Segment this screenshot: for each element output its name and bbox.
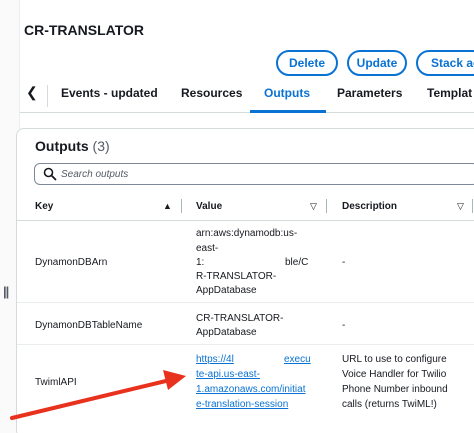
outputs-title: Outputs bbox=[35, 138, 89, 154]
search-input[interactable] bbox=[61, 166, 461, 182]
value-line: ble/C bbox=[285, 257, 309, 268]
row-divider bbox=[17, 302, 474, 303]
output-description: - bbox=[342, 257, 346, 268]
value-line: east- bbox=[196, 243, 219, 254]
row-divider bbox=[17, 344, 474, 345]
tab-events[interactable]: Events - updated bbox=[61, 86, 158, 100]
value-line: CR-TRANSLATOR- bbox=[196, 313, 284, 324]
column-header-key[interactable]: Key bbox=[35, 201, 53, 212]
search-box bbox=[34, 163, 474, 185]
tab-parameters[interactable]: Parameters bbox=[337, 86, 402, 100]
column-header-description[interactable]: Description bbox=[342, 201, 397, 212]
column-header-value[interactable]: Value bbox=[196, 201, 222, 212]
value-line: 1: bbox=[196, 257, 205, 268]
outputs-card: Outputs (3) Key ▲ Value ▽ Description ▽ … bbox=[16, 128, 474, 433]
link-line[interactable]: e-translation-session bbox=[196, 398, 288, 411]
output-key: DynamonDBArn bbox=[35, 257, 108, 268]
output-key: TwimlAPI bbox=[35, 377, 77, 388]
stack-actions-button[interactable]: Stack ac bbox=[416, 50, 474, 76]
description-line: URL to use to configure bbox=[342, 354, 447, 365]
output-description: - bbox=[342, 320, 346, 331]
column-divider[interactable] bbox=[326, 199, 327, 213]
link-line[interactable]: execu bbox=[284, 353, 311, 366]
tab-resources[interactable]: Resources bbox=[181, 86, 242, 100]
search-icon bbox=[43, 167, 57, 181]
column-divider[interactable] bbox=[181, 199, 182, 213]
chevron-left-icon[interactable]: ❮ bbox=[26, 84, 38, 101]
sort-triangle-icon[interactable]: ▲ bbox=[163, 201, 172, 211]
value-line: AppDatabase bbox=[196, 327, 257, 338]
tab-divider bbox=[47, 85, 48, 107]
value-line: AppDatabase bbox=[196, 285, 257, 296]
stack-title: CR-TRANSLATOR bbox=[24, 22, 145, 38]
link-line[interactable]: te-api.us-east- bbox=[196, 368, 260, 381]
description-line: Phone Number inbound bbox=[342, 384, 448, 395]
sort-caret-icon[interactable]: ▽ bbox=[457, 201, 464, 212]
update-button[interactable]: Update bbox=[347, 50, 407, 76]
value-line: arn:aws:dynamodb:us- bbox=[196, 228, 298, 239]
output-key: DynamonDBTableName bbox=[35, 320, 143, 331]
link-line[interactable]: https://4l bbox=[196, 353, 234, 366]
drag-handle-icon[interactable]: || bbox=[3, 284, 9, 299]
tab-outputs[interactable]: Outputs bbox=[264, 86, 310, 100]
outputs-heading: Outputs (3) bbox=[35, 138, 110, 154]
delete-button[interactable]: Delete bbox=[276, 50, 338, 76]
value-line: R-TRANSLATOR- bbox=[196, 271, 277, 282]
description-line: calls (returns TwiML!) bbox=[342, 399, 437, 410]
description-line: Voice Handler for Twilio bbox=[342, 369, 447, 380]
tab-template[interactable]: Templat bbox=[427, 86, 472, 100]
active-tab-indicator bbox=[250, 110, 326, 113]
header-divider bbox=[17, 220, 474, 221]
column-divider[interactable] bbox=[472, 199, 473, 213]
sort-caret-icon[interactable]: ▽ bbox=[310, 201, 317, 212]
tab-bar: ❮ Events - updated Resources Outputs Par… bbox=[20, 80, 474, 113]
link-line[interactable]: 1.amazonaws.com/initiat bbox=[196, 383, 306, 396]
outputs-count: (3) bbox=[92, 138, 110, 154]
